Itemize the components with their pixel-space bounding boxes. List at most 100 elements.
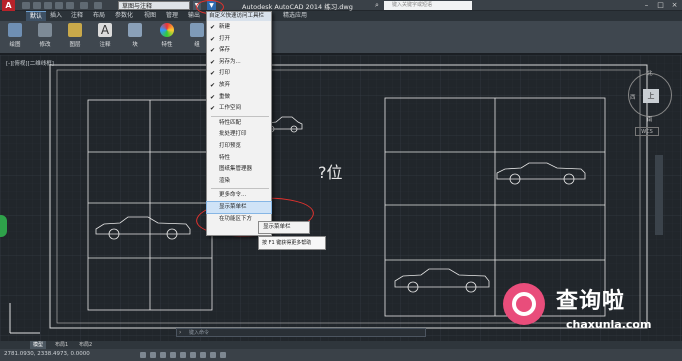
tab-layout1[interactable]: 布局1 [52, 341, 71, 349]
menu-item-label: 新建 [219, 24, 231, 30]
menu-item-label: 特性 [219, 154, 231, 161]
menu-item[interactable]: ✔ 新建 [207, 22, 271, 33]
new-icon[interactable] [22, 2, 30, 9]
menu-item[interactable]: 特性 [207, 153, 271, 164]
annotation-label: 注释 [99, 42, 111, 48]
properties-tool[interactable]: 特性 [156, 23, 178, 48]
group-tool[interactable]: 组 [186, 23, 208, 48]
annotation-tool[interactable]: A 注释 [94, 23, 116, 48]
otrack-icon[interactable] [190, 352, 196, 358]
watermark-brand: 查询啦 [556, 289, 626, 314]
navigation-bar[interactable] [655, 155, 663, 235]
lineweight-icon[interactable] [210, 352, 216, 358]
tab-view[interactable]: 视图 [140, 11, 160, 21]
polar-icon[interactable] [170, 352, 176, 358]
workspace-select[interactable]: 草图与注释 [118, 1, 190, 10]
menu-item-label: 重做 [219, 93, 231, 100]
tab-featured-apps[interactable]: 精选应用 [279, 11, 311, 21]
layers-icon [68, 23, 82, 37]
undo-icon[interactable] [80, 2, 88, 9]
block-tool[interactable]: 块 [124, 23, 146, 48]
tab-layout[interactable]: 布局 [89, 11, 109, 21]
draw-tool[interactable]: 绘图 [4, 23, 26, 48]
checkmark-icon: ✔ [210, 47, 216, 55]
menu-item[interactable]: 批处理打印 [207, 129, 271, 140]
annotation-icon: A [98, 23, 112, 37]
menu-item[interactable]: 打印预览 [207, 141, 271, 152]
menu-item-label: 批处理打印 [219, 131, 247, 138]
osnap-icon[interactable] [180, 352, 186, 358]
tab-annotate[interactable]: 注释 [67, 11, 87, 21]
checkmark-icon: ✔ [210, 35, 216, 43]
viewport-controls[interactable]: [-][俯视][二维线框] [6, 59, 54, 67]
menu-item[interactable]: 图纸集管理器 [207, 164, 271, 175]
tab-default[interactable]: 默认 [26, 11, 47, 21]
tab-manage[interactable]: 管理 [162, 11, 182, 21]
tab-parametric[interactable]: 参数化 [111, 11, 137, 21]
menu-item-label: 显示菜单栏 [219, 204, 247, 210]
search-icon: ⌕ [375, 1, 379, 9]
tab-insert[interactable]: 插入 [46, 11, 66, 21]
menu-item[interactable]: ✔ 保存 [207, 45, 271, 56]
menu-header: 自定义快速访问工具栏 [207, 12, 271, 21]
menu-item[interactable]: 更多命令... [207, 190, 271, 201]
viewcube-south[interactable]: 南 [647, 115, 653, 123]
viewcube-north[interactable]: 北 [647, 69, 653, 77]
checkmark-icon: ✔ [210, 93, 216, 101]
close-button[interactable]: × [668, 0, 681, 10]
submenu: 显示菜单栏 [258, 221, 310, 234]
grid-icon[interactable] [150, 352, 156, 358]
ortho-icon[interactable] [160, 352, 166, 358]
submenu-show-menubar[interactable]: 显示菜单栏 [259, 222, 309, 233]
menu-separator [211, 115, 269, 117]
command-input[interactable]: 键入命令 [189, 329, 209, 337]
tab-model[interactable]: 模型 [30, 341, 47, 349]
menu-item-label: 在功能区下方 [219, 215, 253, 222]
plot-icon[interactable] [66, 2, 74, 9]
menu-item[interactable]: ✔ 放弃 [207, 80, 271, 91]
modify-tool[interactable]: 修改 [34, 23, 56, 48]
menu-item[interactable]: ✔ 工作空间 [207, 103, 271, 114]
side-tab[interactable] [0, 215, 7, 237]
checkmark-icon: ✔ [210, 24, 216, 31]
checkmark-icon: ✔ [210, 70, 216, 78]
autocad-logo-icon[interactable]: A [2, 0, 15, 11]
menu-item[interactable]: 渲染 [207, 176, 271, 187]
status-bar: 模型 布局1 布局2 2781.0930, 2338.4973, 0.0000 [0, 341, 682, 361]
transparency-icon[interactable] [220, 352, 226, 358]
dynamic-input-icon[interactable] [200, 352, 206, 358]
title-bar: A 草图与注释 ▼ ▼ Autodesk AutoCAD 2014 练习.dwg… [0, 0, 682, 11]
maximize-button[interactable]: □ [654, 0, 667, 10]
ribbon-tabs: 默认 插入 注释 布局 参数化 视图 管理 输出 精选应用 [0, 11, 682, 21]
snap-icon[interactable] [140, 352, 146, 358]
menu-item[interactable]: ✔ 重做 [207, 92, 271, 103]
search-input[interactable]: 键入关键字或短语 [384, 1, 472, 10]
layers-tool[interactable]: 图层 [64, 23, 86, 48]
block-icon [128, 23, 142, 37]
tab-layout2[interactable]: 布局2 [76, 341, 95, 349]
menu-item-label: 放弃 [219, 82, 231, 88]
save-as-icon[interactable] [55, 2, 63, 9]
group-icon [190, 23, 204, 37]
menu-item[interactable]: ✔ 打印 [207, 68, 271, 79]
command-line[interactable]: › 键入命令 [176, 328, 426, 337]
menu-item[interactable]: ✔ 打开 [207, 34, 271, 45]
menu-item[interactable]: ✔ 另存为... [207, 57, 271, 68]
ribbon-panel: 绘图 修改 图层 A 注释 块 特性 组 [0, 21, 682, 54]
viewcube-west[interactable]: 西 [630, 93, 636, 101]
menu-item-label: 图纸集管理器 [219, 166, 253, 173]
save-icon[interactable] [44, 2, 52, 9]
minimize-button[interactable]: – [640, 0, 653, 10]
menu-item[interactable]: 显示菜单栏 [206, 201, 272, 214]
wcs-menu[interactable]: WCS [635, 127, 659, 136]
menu-item[interactable]: 特性匹配 [207, 118, 271, 129]
layers-label: 图层 [69, 42, 81, 48]
redo-icon[interactable] [94, 2, 102, 9]
properties-label: 特性 [161, 42, 173, 48]
open-icon[interactable] [33, 2, 41, 9]
block-label: 块 [132, 42, 138, 48]
tooltip-text: 按 F1 键获得更多帮助 [262, 240, 312, 246]
checkmark-icon: ✔ [210, 58, 216, 66]
menu-item-label: 另存为... [219, 58, 241, 65]
viewcube-top-face[interactable]: 上 [643, 89, 659, 103]
